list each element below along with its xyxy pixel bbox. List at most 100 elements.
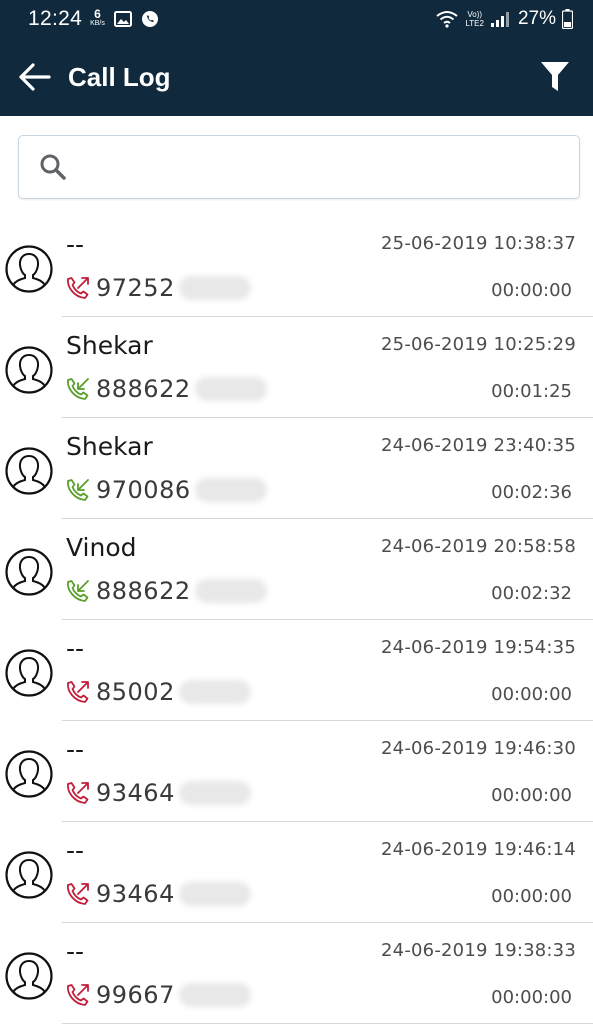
redacted-digits bbox=[194, 579, 267, 603]
phone-number: 93464 bbox=[96, 779, 175, 807]
phone-number: 99667 bbox=[96, 981, 175, 1009]
contact-avatar-icon bbox=[5, 851, 53, 899]
call-log-row[interactable]: -- 24-06-2019 19:38:33 99667 00:00:00 bbox=[0, 923, 593, 1024]
contact-avatar-icon bbox=[5, 346, 53, 394]
call-log-row[interactable]: -- 24-06-2019 19:46:30 93464 00:00:00 bbox=[0, 721, 593, 822]
status-notification-icons bbox=[113, 10, 159, 28]
phone-number-line: 85002 bbox=[64, 678, 251, 706]
contact-name: Shekar bbox=[66, 331, 153, 360]
call-datetime: 25-06-2019 10:38:37 bbox=[381, 233, 576, 254]
redacted-digits bbox=[194, 377, 267, 401]
volte-indicator: Vo)) LTE2 bbox=[465, 10, 484, 28]
gallery-icon bbox=[113, 11, 132, 27]
signal-icon bbox=[490, 12, 509, 27]
arrow-left-icon bbox=[19, 63, 51, 91]
filter-button[interactable] bbox=[537, 59, 573, 95]
search-input[interactable] bbox=[79, 154, 579, 180]
call-datetime: 24-06-2019 19:54:35 bbox=[381, 637, 576, 658]
outgoing-call-icon bbox=[67, 277, 89, 299]
redacted-digits bbox=[178, 983, 251, 1007]
call-log-row[interactable]: Shekar 24-06-2019 23:40:35 970086 00:02:36 bbox=[0, 418, 593, 519]
volte-bottom-label: LTE2 bbox=[465, 19, 484, 28]
contact-avatar-icon bbox=[5, 447, 53, 495]
outgoing-call-icon bbox=[67, 984, 89, 1006]
call-datetime: 24-06-2019 20:58:58 bbox=[381, 536, 576, 557]
call-datetime: 24-06-2019 19:46:30 bbox=[381, 738, 576, 759]
phone-number-line: 970086 bbox=[64, 476, 267, 504]
volte-top-label: Vo)) bbox=[467, 10, 483, 19]
phone-number-line: 93464 bbox=[64, 880, 251, 908]
call-row-content: -- 24-06-2019 19:46:30 93464 00:00:00 bbox=[62, 721, 593, 822]
redacted-digits bbox=[178, 276, 251, 300]
redacted-digits bbox=[178, 882, 251, 906]
contact-avatar-icon bbox=[5, 750, 53, 798]
call-row-content: -- 25-06-2019 10:38:37 97252 00:00:00 bbox=[62, 216, 593, 317]
search-icon bbox=[40, 154, 66, 180]
net-speed-value: 6 bbox=[94, 7, 101, 21]
incoming-call-icon bbox=[67, 580, 89, 602]
wifi-icon bbox=[436, 11, 459, 28]
whatsapp-icon bbox=[141, 11, 158, 27]
outgoing-call-icon bbox=[67, 681, 89, 703]
contact-name: -- bbox=[66, 230, 85, 259]
call-log-row[interactable]: -- 24-06-2019 19:46:14 93464 00:00:00 bbox=[0, 822, 593, 923]
phone-number-line: 99667 bbox=[64, 981, 251, 1009]
contact-avatar-icon bbox=[5, 245, 53, 293]
phone-number: 97252 bbox=[96, 274, 175, 302]
battery-percent: 27% bbox=[517, 8, 556, 29]
call-log-row[interactable]: -- 24-06-2019 19:54:35 85002 00:00:00 bbox=[0, 620, 593, 721]
call-duration: 00:00:00 bbox=[491, 684, 572, 705]
call-datetime: 24-06-2019 19:46:14 bbox=[381, 839, 576, 860]
call-duration: 00:00:00 bbox=[491, 785, 572, 806]
phone-number-line: 888622 bbox=[64, 577, 267, 605]
page-title: Call Log bbox=[68, 61, 171, 92]
call-row-content: Shekar 25-06-2019 10:25:29 888622 00:01:25 bbox=[62, 317, 593, 418]
contact-name: -- bbox=[66, 836, 85, 865]
call-row-content: -- 24-06-2019 19:38:33 99667 00:00:00 bbox=[62, 923, 593, 1024]
phone-number-line: 93464 bbox=[64, 779, 251, 807]
contact-name: -- bbox=[66, 634, 85, 663]
call-duration: 00:00:00 bbox=[491, 987, 572, 1008]
contact-name: Shekar bbox=[66, 432, 153, 461]
call-log-row[interactable]: -- 25-06-2019 10:38:37 97252 00:00:00 bbox=[0, 216, 593, 317]
contact-name: Vinod bbox=[66, 533, 137, 562]
call-datetime: 24-06-2019 23:40:35 bbox=[381, 435, 576, 456]
call-row-content: Shekar 24-06-2019 23:40:35 970086 00:02:36 bbox=[62, 418, 593, 519]
call-row-content: Vinod 24-06-2019 20:58:58 888622 00:02:32 bbox=[62, 519, 593, 620]
call-datetime: 24-06-2019 19:38:33 bbox=[381, 940, 576, 961]
phone-number: 888622 bbox=[96, 375, 191, 403]
contact-avatar-icon bbox=[5, 649, 53, 697]
phone-number: 85002 bbox=[96, 678, 175, 706]
call-log-row[interactable]: Shekar 25-06-2019 10:25:29 888622 00:01:25 bbox=[0, 317, 593, 418]
call-row-content: -- 24-06-2019 19:54:35 85002 00:00:00 bbox=[62, 620, 593, 721]
contact-name: -- bbox=[66, 735, 85, 764]
redacted-digits bbox=[178, 680, 251, 704]
net-speed-indicator: 6 KB/s bbox=[90, 7, 105, 28]
call-duration: 00:02:36 bbox=[491, 482, 572, 503]
back-button[interactable] bbox=[16, 59, 52, 95]
status-time: 12:24 bbox=[28, 7, 83, 30]
app-bar: Call Log bbox=[0, 38, 593, 116]
call-duration: 00:00:00 bbox=[491, 886, 572, 907]
call-log-row[interactable]: Vinod 24-06-2019 20:58:58 888622 00:02:32 bbox=[0, 519, 593, 620]
contact-avatar-icon bbox=[5, 952, 53, 1000]
call-log-list: -- 25-06-2019 10:38:37 97252 00:00:00 Shekar… bbox=[0, 216, 593, 1024]
incoming-call-icon bbox=[67, 378, 89, 400]
battery-icon bbox=[562, 9, 573, 29]
incoming-call-icon bbox=[67, 479, 89, 501]
redacted-digits bbox=[194, 478, 267, 502]
call-duration: 00:02:32 bbox=[491, 583, 572, 604]
redacted-digits bbox=[178, 781, 251, 805]
contact-avatar-icon bbox=[5, 548, 53, 596]
phone-number-line: 97252 bbox=[64, 274, 251, 302]
outgoing-call-icon bbox=[67, 782, 89, 804]
net-speed-unit: KB/s bbox=[90, 20, 105, 27]
call-row-content: -- 24-06-2019 19:46:14 93464 00:00:00 bbox=[62, 822, 593, 923]
call-datetime: 25-06-2019 10:25:29 bbox=[381, 334, 576, 355]
phone-number: 93464 bbox=[96, 880, 175, 908]
filter-icon bbox=[541, 62, 569, 91]
call-duration: 00:01:25 bbox=[491, 381, 572, 402]
search-box[interactable] bbox=[18, 135, 580, 199]
contact-name: -- bbox=[66, 937, 85, 966]
phone-number: 888622 bbox=[96, 577, 191, 605]
